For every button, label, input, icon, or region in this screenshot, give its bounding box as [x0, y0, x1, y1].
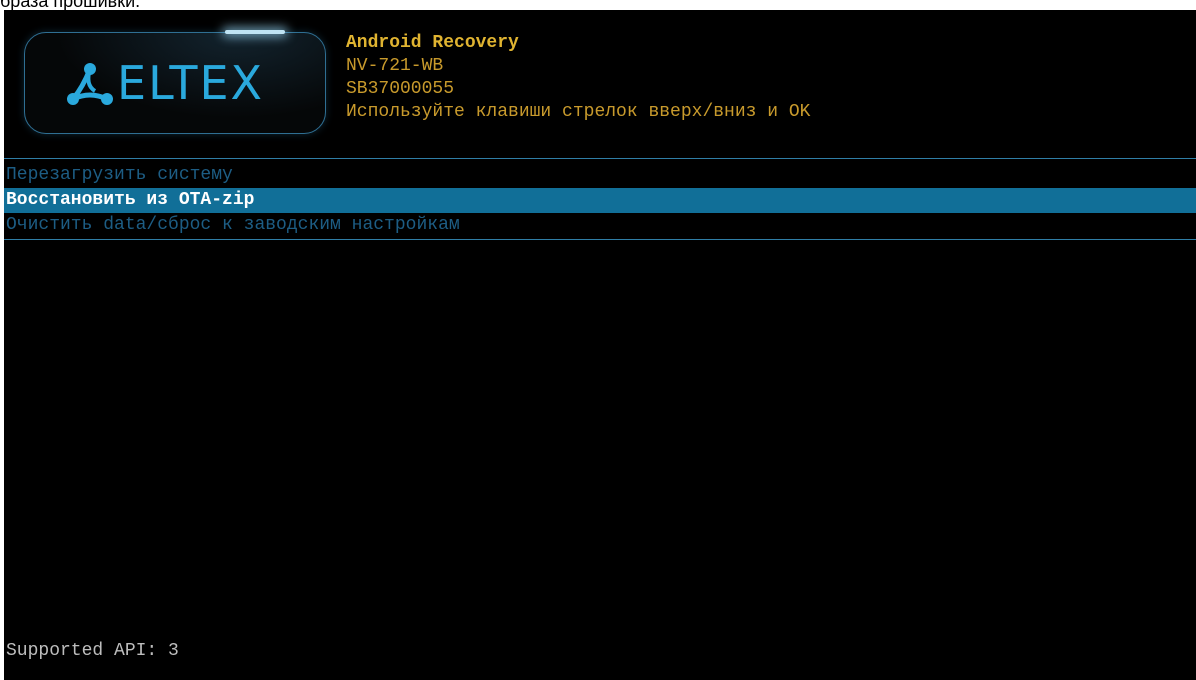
eltex-logo-icon [67, 63, 113, 105]
menu-item-reboot[interactable]: Перезагрузить систему [4, 163, 1196, 188]
recovery-menu: Перезагрузить систему Восстановить из OT… [4, 163, 1196, 238]
navigation-hint: Используйте клавиши стрелок вверх/вниз и… [346, 102, 811, 122]
header-title: Android Recovery [346, 33, 519, 53]
device-serial: SB37000055 [346, 79, 455, 99]
menu-item-apply-ota-zip[interactable]: Восстановить из OTA-zip [4, 188, 1196, 213]
recovery-screen: ELTEX Android Recovery NV-721-WB SB37000… [4, 10, 1196, 680]
menu-top-divider [4, 158, 1196, 159]
logo-panel: ELTEX [24, 30, 326, 134]
device-model: NV-721-WB [346, 56, 444, 76]
logo-text: ELTEX [117, 56, 265, 110]
menu-item-wipe-data[interactable]: Очистить data/сброс к заводским настройк… [4, 213, 1196, 238]
header-info: Android Recovery NV-721-WB SB37000055 Ис… [346, 32, 810, 124]
logo-glow [225, 30, 285, 34]
supported-api-status: Supported API: 3 [6, 641, 179, 661]
document-caption: браза прошивки. [0, 0, 141, 11]
menu-bottom-divider [4, 239, 1196, 240]
